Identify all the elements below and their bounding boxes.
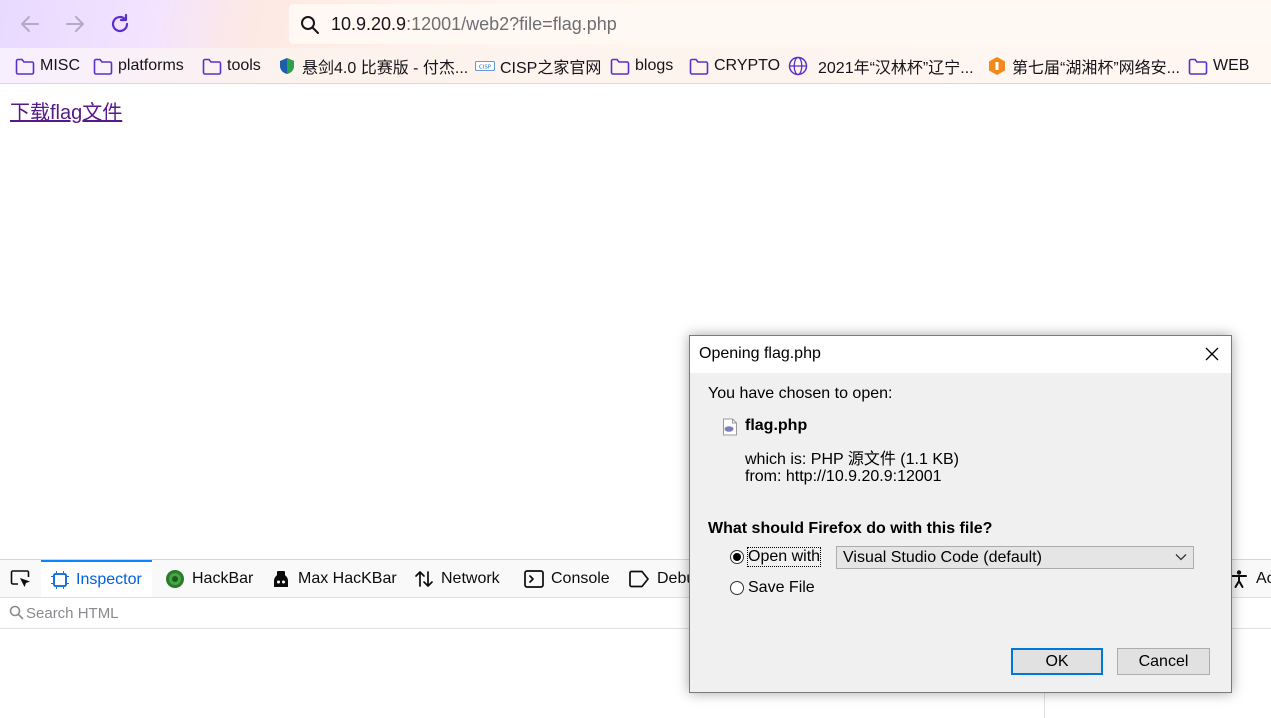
file-type-info: which is: PHP 源文件 (1.1 KB) [745,451,959,468]
forward-button[interactable] [61,10,89,38]
tab-label: Console [551,569,610,587]
search-icon [9,605,24,620]
tab-label: Inspector [76,570,142,588]
folder-icon [610,57,630,75]
chevron-down-icon [1175,554,1187,561]
bookmark-label: CRYPTO [714,57,781,74]
dialog-titlebar: Opening flag.php [690,336,1231,373]
element-picker-icon [10,569,30,587]
bookmark-label: 第七届“湖湘杯”网络安... [1012,60,1180,77]
url-bar[interactable]: 10.9.20.9:12001/web2?file=flag.php [289,4,1271,44]
folder-icon [93,57,113,75]
tab-label: HackBar [192,569,254,587]
bookmark-label: platforms [118,57,184,74]
svg-text:CISP: CISP [479,64,492,70]
orange-logo-icon [987,57,1007,75]
url-text[interactable]: 10.9.20.9:12001/web2?file=flag.php [331,14,617,35]
globe-icon [788,56,808,76]
bookmark-misc[interactable]: MISC [15,55,80,77]
folder-icon [689,57,709,75]
bookmark-hanlin[interactable]: 2021年“汉林杯”辽宁... [788,55,974,77]
back-button[interactable] [16,10,44,38]
download-dialog: Opening flag.php You have chosen to open… [689,335,1232,693]
selected-app: Visual Studio Code (default) [843,548,1042,566]
file-name: flag.php [745,417,808,434]
save-file-label[interactable]: Save File [748,579,815,597]
forward-arrow-icon [66,16,84,32]
open-with-app-select[interactable]: Visual Studio Code (default) [836,546,1194,569]
bookmark-tools[interactable]: tools [202,55,261,77]
shield-logo-icon [277,57,297,75]
download-flag-link[interactable]: 下载flag文件 [10,96,122,125]
url-host: 10.9.20.9 [331,14,407,34]
bookmark-label: 悬剑4.0 比赛版 - 付杰... [302,60,469,77]
action-question: What should Firefox do with this file? [708,520,993,537]
bookmark-label: WEB [1213,57,1250,74]
bookmark-label: CISP之家官网 [500,60,602,77]
php-file-icon [723,418,737,436]
dialog-title: Opening flag.php [699,345,821,362]
element-picker-button[interactable] [8,560,34,597]
ok-button[interactable]: OK [1011,648,1103,675]
tab-hackbar[interactable]: HackBar [165,560,253,597]
bookmark-huxiang[interactable]: 第七届“湖湘杯”网络安... [987,55,1180,77]
tab-label: Max HacKBar [298,569,397,587]
folder-icon [1188,57,1208,75]
reload-button[interactable] [106,10,134,38]
bookmark-platforms[interactable]: platforms [93,55,184,77]
bookmark-label: tools [227,57,261,74]
open-with-label[interactable]: Open with [746,547,822,567]
tab-label: Ac [1256,569,1271,587]
tab-accessibility[interactable]: Ac [1229,560,1271,597]
chosen-to-open-label: You have chosen to open: [708,385,893,402]
folder-icon [15,57,35,75]
tab-label: Network [441,569,500,587]
bookmark-label: blogs [635,57,674,74]
max-hackbar-icon [271,569,291,589]
network-icon [414,569,434,589]
search-icon [301,16,319,34]
file-source-info: from: http://10.9.20.9:12001 [745,468,942,485]
url-path: :12001/web2?file=flag.php [406,14,617,34]
tab-max-hackbar[interactable]: Max HacKBar [271,560,397,597]
cancel-button[interactable]: Cancel [1117,648,1210,675]
reload-icon [111,13,129,33]
bookmarks-toolbar: MISC platforms tools 悬剑4.0 比赛版 - 付杰... C… [0,48,1271,84]
bookmark-xuanjian[interactable]: 悬剑4.0 比赛版 - 付杰... [277,55,468,77]
hackbar-icon [165,569,185,589]
tab-inspector[interactable]: Inspector [41,560,152,597]
browser-toolbar: 10.9.20.9:12001/web2?file=flag.php [0,0,1271,48]
bookmark-label: MISC [40,57,80,74]
search-html-input[interactable] [26,602,626,624]
open-with-radio[interactable] [730,550,744,564]
accessibility-icon [1229,569,1249,589]
bookmark-blogs[interactable]: blogs [610,55,673,77]
inspector-icon [51,570,69,589]
tab-debugger[interactable]: Debu [628,560,695,597]
save-file-radio[interactable] [730,581,744,595]
cisp-logo-icon: CISP [475,57,495,75]
close-icon[interactable] [1203,345,1221,363]
bookmark-label: 2021年“汉林杯”辽宁... [818,60,974,77]
tab-console[interactable]: Console [524,560,610,597]
bookmark-cisp[interactable]: CISP CISP之家官网 [475,55,601,77]
bookmark-crypto[interactable]: CRYPTO [689,55,780,77]
bookmark-web[interactable]: WEB [1188,55,1249,77]
tab-network[interactable]: Network [414,560,500,597]
folder-icon [202,57,222,75]
back-arrow-icon [21,16,39,32]
console-icon [524,569,544,588]
debugger-icon [628,570,650,588]
